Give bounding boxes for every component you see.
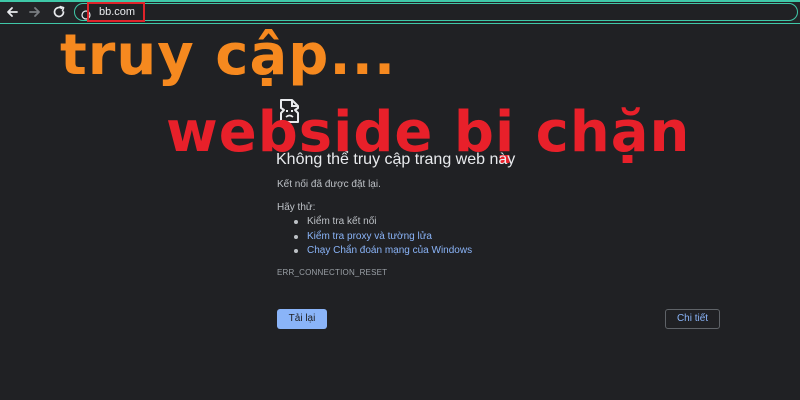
browser-window: bb.com truy cập... webside bị chặn Không… [0,0,800,400]
reload-icon [52,5,66,19]
error-subtitle: Kết nối đã được đặt lại. [277,179,381,190]
back-button[interactable] [4,4,20,20]
address-bar[interactable]: bb.com [74,3,798,21]
suggestion-check-connection: Kiểm tra kết nối [293,215,472,230]
arrow-right-icon [28,5,42,19]
arrow-left-icon [5,5,19,19]
error-title: Không thể truy cập trang web này [276,151,516,168]
url-highlight-box [87,2,145,22]
overlay-heading-access: truy cập... [60,23,397,88]
error-code: ERR_CONNECTION_RESET [277,268,388,277]
reload-page-button[interactable]: Tải lại [277,309,327,329]
suggestion-check-proxy-link[interactable]: Kiểm tra proxy và tường lửa [293,230,472,245]
suggestion-list: Kiểm tra kết nối Kiểm tra proxy và tường… [293,215,472,259]
try-label: Hãy thử: [277,202,316,213]
forward-button[interactable] [27,4,43,20]
suggestion-run-diagnostics-link[interactable]: Chạy Chẩn đoán mạng của Windows [293,244,472,259]
reload-button[interactable] [51,4,67,20]
details-button[interactable]: Chi tiết [665,309,720,329]
